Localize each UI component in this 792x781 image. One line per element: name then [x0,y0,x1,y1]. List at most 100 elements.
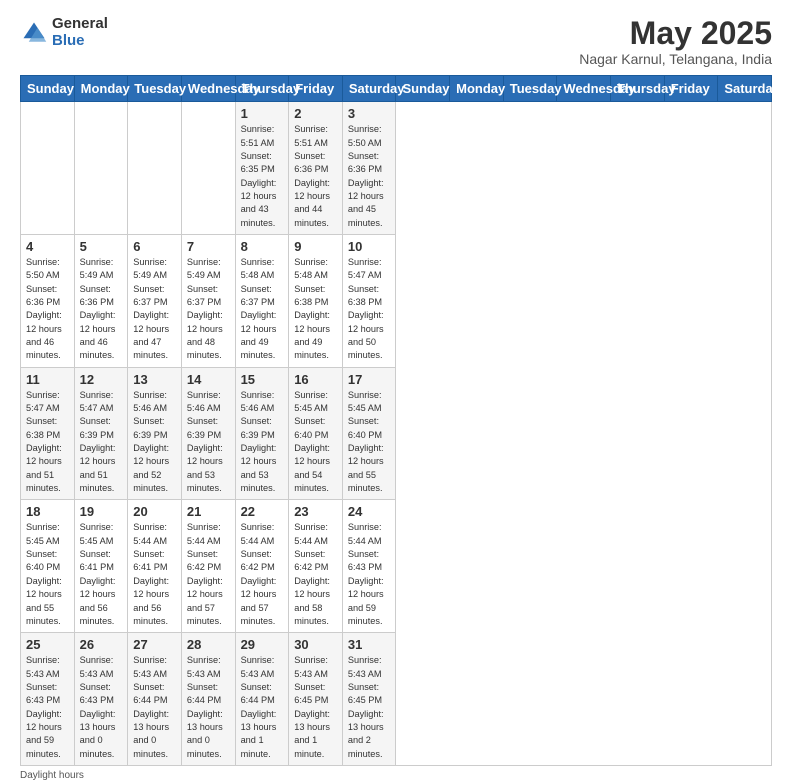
day-info: Sunrise: 5:49 AM Sunset: 6:37 PM Dayligh… [133,256,176,363]
calendar-cell: 15Sunrise: 5:46 AM Sunset: 6:39 PM Dayli… [235,367,289,500]
calendar-table: SundayMondayTuesdayWednesdayThursdayFrid… [20,75,772,766]
subtitle: Nagar Karnul, Telangana, India [579,51,772,67]
day-info: Sunrise: 5:45 AM Sunset: 6:40 PM Dayligh… [348,389,391,496]
column-header-friday: Friday [289,76,343,102]
week-row-2: 4 Sunrise: 5:50 AM Sunset: 6:36 PM Daylig… [21,234,772,367]
calendar-cell [181,102,235,235]
calendar-cell: 7 Sunrise: 5:49 AM Sunset: 6:37 PM Daylig… [181,234,235,367]
calendar-cell: 21Sunrise: 5:44 AM Sunset: 6:42 PM Dayli… [181,500,235,633]
day-number: 16 [294,372,337,387]
day-info: Sunrise: 5:50 AM Sunset: 6:36 PM Dayligh… [348,123,391,230]
day-number: 30 [294,637,337,652]
day-number: 23 [294,504,337,519]
day-number: 27 [133,637,176,652]
col-header-sunday: Sunday [396,76,450,102]
day-number: 17 [348,372,391,387]
calendar-cell: 29 Sunrise: 5:43 AM Sunset: 6:44 PM Dayli… [235,633,289,766]
calendar-cell: 24 Sunrise: 5:44 AM Sunset: 6:43 PM Dayli… [342,500,396,633]
calendar-cell: 22Sunrise: 5:44 AM Sunset: 6:42 PM Dayli… [235,500,289,633]
main-title: May 2025 [579,16,772,51]
day-number: 4 [26,239,69,254]
day-number: 1 [241,106,284,121]
day-number: 12 [80,372,123,387]
calendar-cell: 17 Sunrise: 5:45 AM Sunset: 6:40 PM Dayli… [342,367,396,500]
day-info: Sunrise: 5:46 AM Sunset: 6:39 PM Dayligh… [187,389,230,496]
day-info: Sunrise: 5:44 AM Sunset: 6:42 PM Dayligh… [187,521,230,628]
day-number: 29 [241,637,284,652]
col-header-wednesday: Wednesday [557,76,611,102]
day-number: 19 [80,504,123,519]
day-info: Sunrise: 5:45 AM Sunset: 6:40 PM Dayligh… [294,389,337,496]
day-info: Sunrise: 5:47 AM Sunset: 6:38 PM Dayligh… [26,389,69,496]
day-info: Sunrise: 5:49 AM Sunset: 6:37 PM Dayligh… [187,256,230,363]
day-number: 25 [26,637,69,652]
day-info: Sunrise: 5:47 AM Sunset: 6:38 PM Dayligh… [348,256,391,363]
day-info: Sunrise: 5:46 AM Sunset: 6:39 PM Dayligh… [133,389,176,496]
day-info: Sunrise: 5:46 AM Sunset: 6:39 PM Dayligh… [241,389,284,496]
column-header-sunday: Sunday [21,76,75,102]
logo: General Blue [20,16,108,49]
day-info: Sunrise: 5:48 AM Sunset: 6:38 PM Dayligh… [294,256,337,363]
col-header-tuesday: Tuesday [503,76,557,102]
day-info: Sunrise: 5:50 AM Sunset: 6:36 PM Dayligh… [26,256,69,363]
calendar-cell: 11 Sunrise: 5:47 AM Sunset: 6:38 PM Dayli… [21,367,75,500]
day-info: Sunrise: 5:43 AM Sunset: 6:44 PM Dayligh… [187,654,230,761]
logo-icon [20,19,48,47]
column-header-tuesday: Tuesday [128,76,182,102]
day-number: 8 [241,239,284,254]
calendar-cell: 18 Sunrise: 5:45 AM Sunset: 6:40 PM Dayli… [21,500,75,633]
col-header-thursday: Thursday [611,76,665,102]
daylight-hours-label: Daylight hours [20,770,84,781]
calendar-cell: 4 Sunrise: 5:50 AM Sunset: 6:36 PM Daylig… [21,234,75,367]
day-number: 18 [26,504,69,519]
day-info: Sunrise: 5:51 AM Sunset: 6:36 PM Dayligh… [294,123,337,230]
day-number: 10 [348,239,391,254]
day-number: 26 [80,637,123,652]
calendar-cell: 14Sunrise: 5:46 AM Sunset: 6:39 PM Dayli… [181,367,235,500]
day-info: Sunrise: 5:51 AM Sunset: 6:35 PM Dayligh… [241,123,284,230]
logo-blue: Blue [52,33,108,50]
day-number: 9 [294,239,337,254]
day-info: Sunrise: 5:44 AM Sunset: 6:42 PM Dayligh… [294,521,337,628]
calendar-cell: 10 Sunrise: 5:47 AM Sunset: 6:38 PM Dayli… [342,234,396,367]
day-number: 3 [348,106,391,121]
calendar-cell: 8 Sunrise: 5:48 AM Sunset: 6:37 PM Daylig… [235,234,289,367]
week-row-3: 11 Sunrise: 5:47 AM Sunset: 6:38 PM Dayli… [21,367,772,500]
day-number: 28 [187,637,230,652]
day-info: Sunrise: 5:48 AM Sunset: 6:37 PM Dayligh… [241,256,284,363]
day-info: Sunrise: 5:43 AM Sunset: 6:44 PM Dayligh… [133,654,176,761]
day-number: 11 [26,372,69,387]
header-row: SundayMondayTuesdayWednesdayThursdayFrid… [21,76,772,102]
calendar-cell: 28 Sunrise: 5:43 AM Sunset: 6:44 PM Dayli… [181,633,235,766]
day-info: Sunrise: 5:45 AM Sunset: 6:40 PM Dayligh… [26,521,69,628]
day-number: 2 [294,106,337,121]
column-header-thursday: Thursday [235,76,289,102]
week-row-1: 1 Sunrise: 5:51 AM Sunset: 6:35 PM Daylig… [21,102,772,235]
calendar-cell: 30Sunrise: 5:43 AM Sunset: 6:45 PM Dayli… [289,633,343,766]
logo-general: General [52,16,108,33]
day-number: 24 [348,504,391,519]
calendar-cell: 1 Sunrise: 5:51 AM Sunset: 6:35 PM Daylig… [235,102,289,235]
column-header-wednesday: Wednesday [181,76,235,102]
col-header-friday: Friday [664,76,718,102]
calendar-cell: 6Sunrise: 5:49 AM Sunset: 6:37 PM Daylig… [128,234,182,367]
day-info: Sunrise: 5:43 AM Sunset: 6:44 PM Dayligh… [241,654,284,761]
calendar-cell: 13Sunrise: 5:46 AM Sunset: 6:39 PM Dayli… [128,367,182,500]
calendar-cell: 12 Sunrise: 5:47 AM Sunset: 6:39 PM Dayli… [74,367,128,500]
day-info: Sunrise: 5:49 AM Sunset: 6:36 PM Dayligh… [80,256,123,363]
column-header-saturday: Saturday [342,76,396,102]
day-info: Sunrise: 5:44 AM Sunset: 6:43 PM Dayligh… [348,521,391,628]
week-row-5: 25Sunrise: 5:43 AM Sunset: 6:43 PM Dayli… [21,633,772,766]
calendar-cell: 25Sunrise: 5:43 AM Sunset: 6:43 PM Dayli… [21,633,75,766]
calendar-cell: 3 Sunrise: 5:50 AM Sunset: 6:36 PM Daylig… [342,102,396,235]
day-number: 7 [187,239,230,254]
calendar-cell: 16 Sunrise: 5:45 AM Sunset: 6:40 PM Dayli… [289,367,343,500]
column-header-monday: Monday [74,76,128,102]
day-number: 31 [348,637,391,652]
calendar-cell: 2 Sunrise: 5:51 AM Sunset: 6:36 PM Daylig… [289,102,343,235]
col-header-saturday: Saturday [718,76,772,102]
day-info: Sunrise: 5:47 AM Sunset: 6:39 PM Dayligh… [80,389,123,496]
calendar-cell: 9 Sunrise: 5:48 AM Sunset: 6:38 PM Daylig… [289,234,343,367]
calendar-cell: 19Sunrise: 5:45 AM Sunset: 6:41 PM Dayli… [74,500,128,633]
title-block: May 2025 Nagar Karnul, Telangana, India [579,16,772,67]
